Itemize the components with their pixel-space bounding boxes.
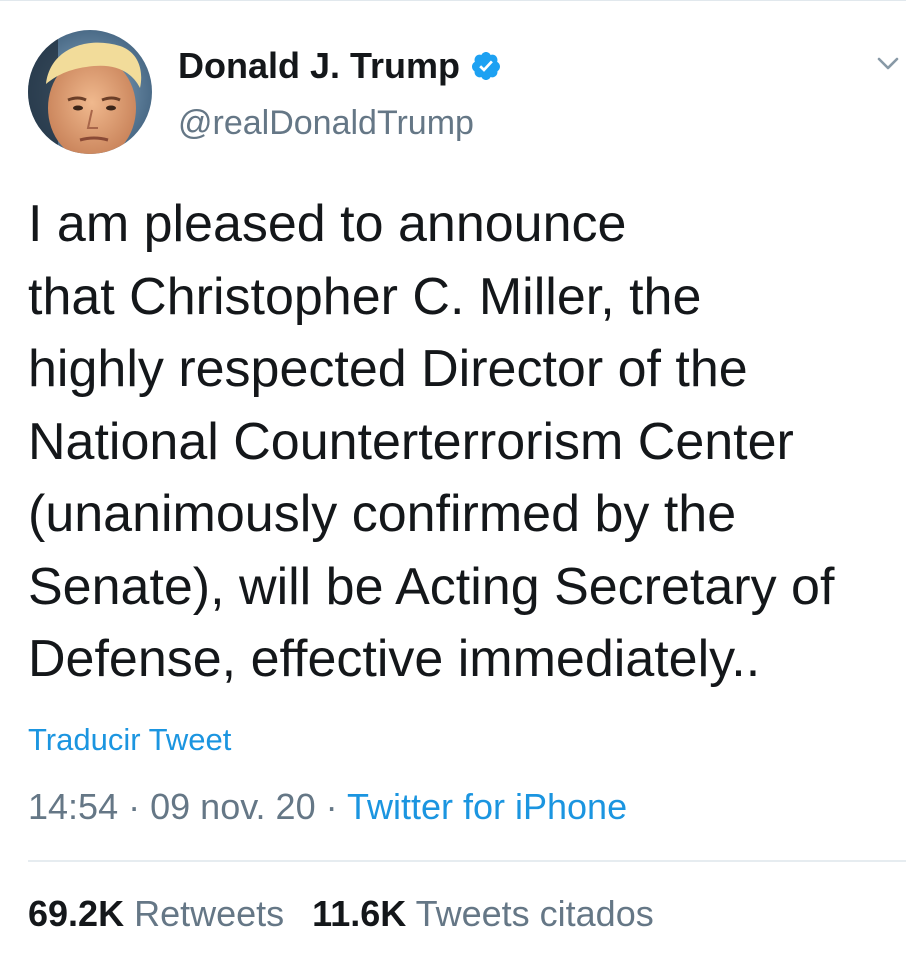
author-display-name[interactable]: Donald J. Trump [178,45,460,87]
tweet-text-line: (unanimously confirmed by the [28,485,737,543]
tweet-time[interactable]: 14:54 [28,786,118,827]
meta-separator: · [128,786,141,827]
tweet-source-link[interactable]: Twitter for iPhone [347,786,627,827]
chevron-down-icon[interactable] [870,48,906,78]
meta-separator: · [325,786,338,827]
stats-divider [28,860,906,862]
tweet-text-line: highly respected Director of the [28,340,748,398]
retweets-label: Retweets [134,893,285,934]
avatar-photo-icon [28,30,152,154]
quote-tweets-count: 11.6K [312,893,407,934]
tweet-date[interactable]: 09 nov. 20 [150,786,315,827]
avatar[interactable] [28,30,152,154]
quote-tweets-label: Tweets citados [415,893,654,934]
quote-tweets-stat[interactable]: 11.6K Tweets citados [312,893,654,935]
tweet-text-line: I am pleased to announce [28,195,627,253]
retweets-count: 69.2K [28,893,125,934]
tweet-text-line: that Christopher C. Miller, the [28,267,702,326]
tweet-meta: 14:54 · 09 nov. 20 · Twitter for iPhone [28,786,627,828]
author-handle[interactable]: @realDonaldTrump [178,104,474,143]
author-name-row[interactable]: Donald J. Trump [178,44,502,88]
tweet-text: I am pleased to announce that Christophe… [28,188,906,696]
translate-tweet-link[interactable]: Traducir Tweet [28,722,231,758]
tweet-text-line: National Counterterrorism Center [28,412,794,471]
tweet-stats: 69.2K Retweets 11.6K Tweets citados [28,893,654,935]
verified-badge-icon [472,52,501,80]
retweets-stat[interactable]: 69.2K Retweets [28,893,284,935]
tweet-text-line: Senate), will be Acting Secretary of [28,557,835,616]
tweet-text-line: Defense, effective immediately.. [28,630,761,688]
top-divider [0,0,906,1]
